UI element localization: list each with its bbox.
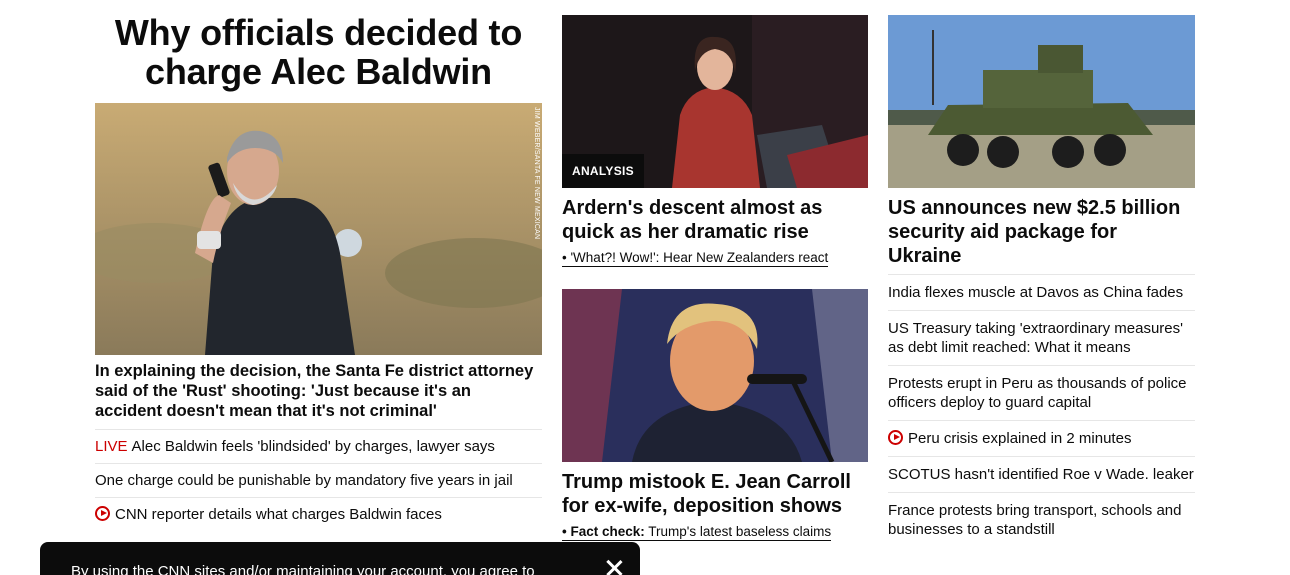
ardern-image[interactable]: ANALYSIS	[562, 15, 868, 188]
link-text: Alec Baldwin feels 'blindsided' by charg…	[131, 438, 495, 455]
ardern-sub-link[interactable]: • 'What?! Wow!': Hear New Zealanders rea…	[562, 249, 829, 267]
link-text: Protests erupt in Peru as thousands of p…	[888, 375, 1187, 411]
middle-column: ANALYSIS Ardern's descent almost as quic…	[562, 0, 868, 575]
live-label: LIVE	[95, 438, 128, 455]
lead-related-links: LIVE Alec Baldwin feels 'blindsided' by c…	[95, 429, 542, 531]
lead-story: Why officials decided to charge Alec Bal…	[95, 0, 542, 523]
list-item[interactable]: LIVE Alec Baldwin feels 'blindsided' by c…	[95, 429, 542, 463]
list-item[interactable]: SCOTUS hasn't identified Roe v Wade. lea…	[888, 456, 1195, 492]
right-related-links: India flexes muscle at Davos as China fa…	[888, 274, 1195, 547]
trump-sub-link[interactable]: • Fact check: Trump's latest baseless cl…	[562, 523, 832, 541]
link-text: SCOTUS hasn't identified Roe v Wade. lea…	[888, 466, 1194, 483]
link-text: France protests bring transport, schools…	[888, 502, 1182, 538]
cookie-text: By using the CNN sites and/or maintainin…	[71, 563, 535, 575]
analysis-badge: ANALYSIS	[562, 154, 644, 188]
link-text: CNN reporter details what charges Baldwi…	[115, 506, 442, 523]
ardern-headline[interactable]: Ardern's descent almost as quick as her …	[562, 196, 862, 244]
right-column: US announces new $2.5 billion security a…	[888, 0, 1195, 575]
sub-link-text: Trump's latest baseless claims	[644, 524, 832, 539]
close-icon[interactable]	[605, 559, 623, 575]
lead-title[interactable]: Why officials decided to charge Alec Bal…	[95, 13, 542, 91]
trump-image[interactable]	[562, 289, 868, 462]
list-item[interactable]: CNN reporter details what charges Baldwi…	[95, 497, 542, 531]
link-text: One charge could be punishable by mandat…	[95, 472, 513, 489]
list-item[interactable]: One charge could be punishable by mandat…	[95, 463, 542, 497]
list-item[interactable]: Protests erupt in Peru as thousands of p…	[888, 365, 1195, 420]
list-item[interactable]: India flexes muscle at Davos as China fa…	[888, 274, 1195, 310]
play-icon	[95, 506, 110, 521]
link-text: US Treasury taking 'extraordinary measur…	[888, 320, 1184, 356]
list-item[interactable]: US Treasury taking 'extraordinary measur…	[888, 310, 1195, 365]
armored-vehicle-photo	[888, 15, 1195, 188]
image-credit: JIM WEBER/SANTA FE NEW MEXICAN	[533, 107, 540, 240]
ukraine-aid-image[interactable]	[888, 15, 1195, 188]
link-text: India flexes muscle at Davos as China fa…	[888, 284, 1184, 301]
link-text: Peru crisis explained in 2 minutes	[908, 430, 1132, 447]
play-icon	[888, 430, 903, 445]
list-item[interactable]: France protests bring transport, schools…	[888, 492, 1195, 547]
trump-photo	[562, 289, 868, 462]
ukraine-aid-headline[interactable]: US announces new $2.5 billion security a…	[888, 196, 1195, 268]
fact-check-label: • Fact check:	[562, 524, 645, 539]
lead-headline[interactable]: In explaining the decision, the Santa Fe…	[95, 361, 542, 421]
trump-headline[interactable]: Trump mistook E. Jean Carroll for ex-wif…	[562, 470, 868, 518]
lead-image[interactable]: JIM WEBER/SANTA FE NEW MEXICAN	[95, 103, 542, 355]
cookie-consent-banner: By using the CNN sites and/or maintainin…	[40, 542, 640, 575]
list-item[interactable]: Peru crisis explained in 2 minutes	[888, 420, 1195, 456]
baldwin-photo	[95, 103, 542, 355]
